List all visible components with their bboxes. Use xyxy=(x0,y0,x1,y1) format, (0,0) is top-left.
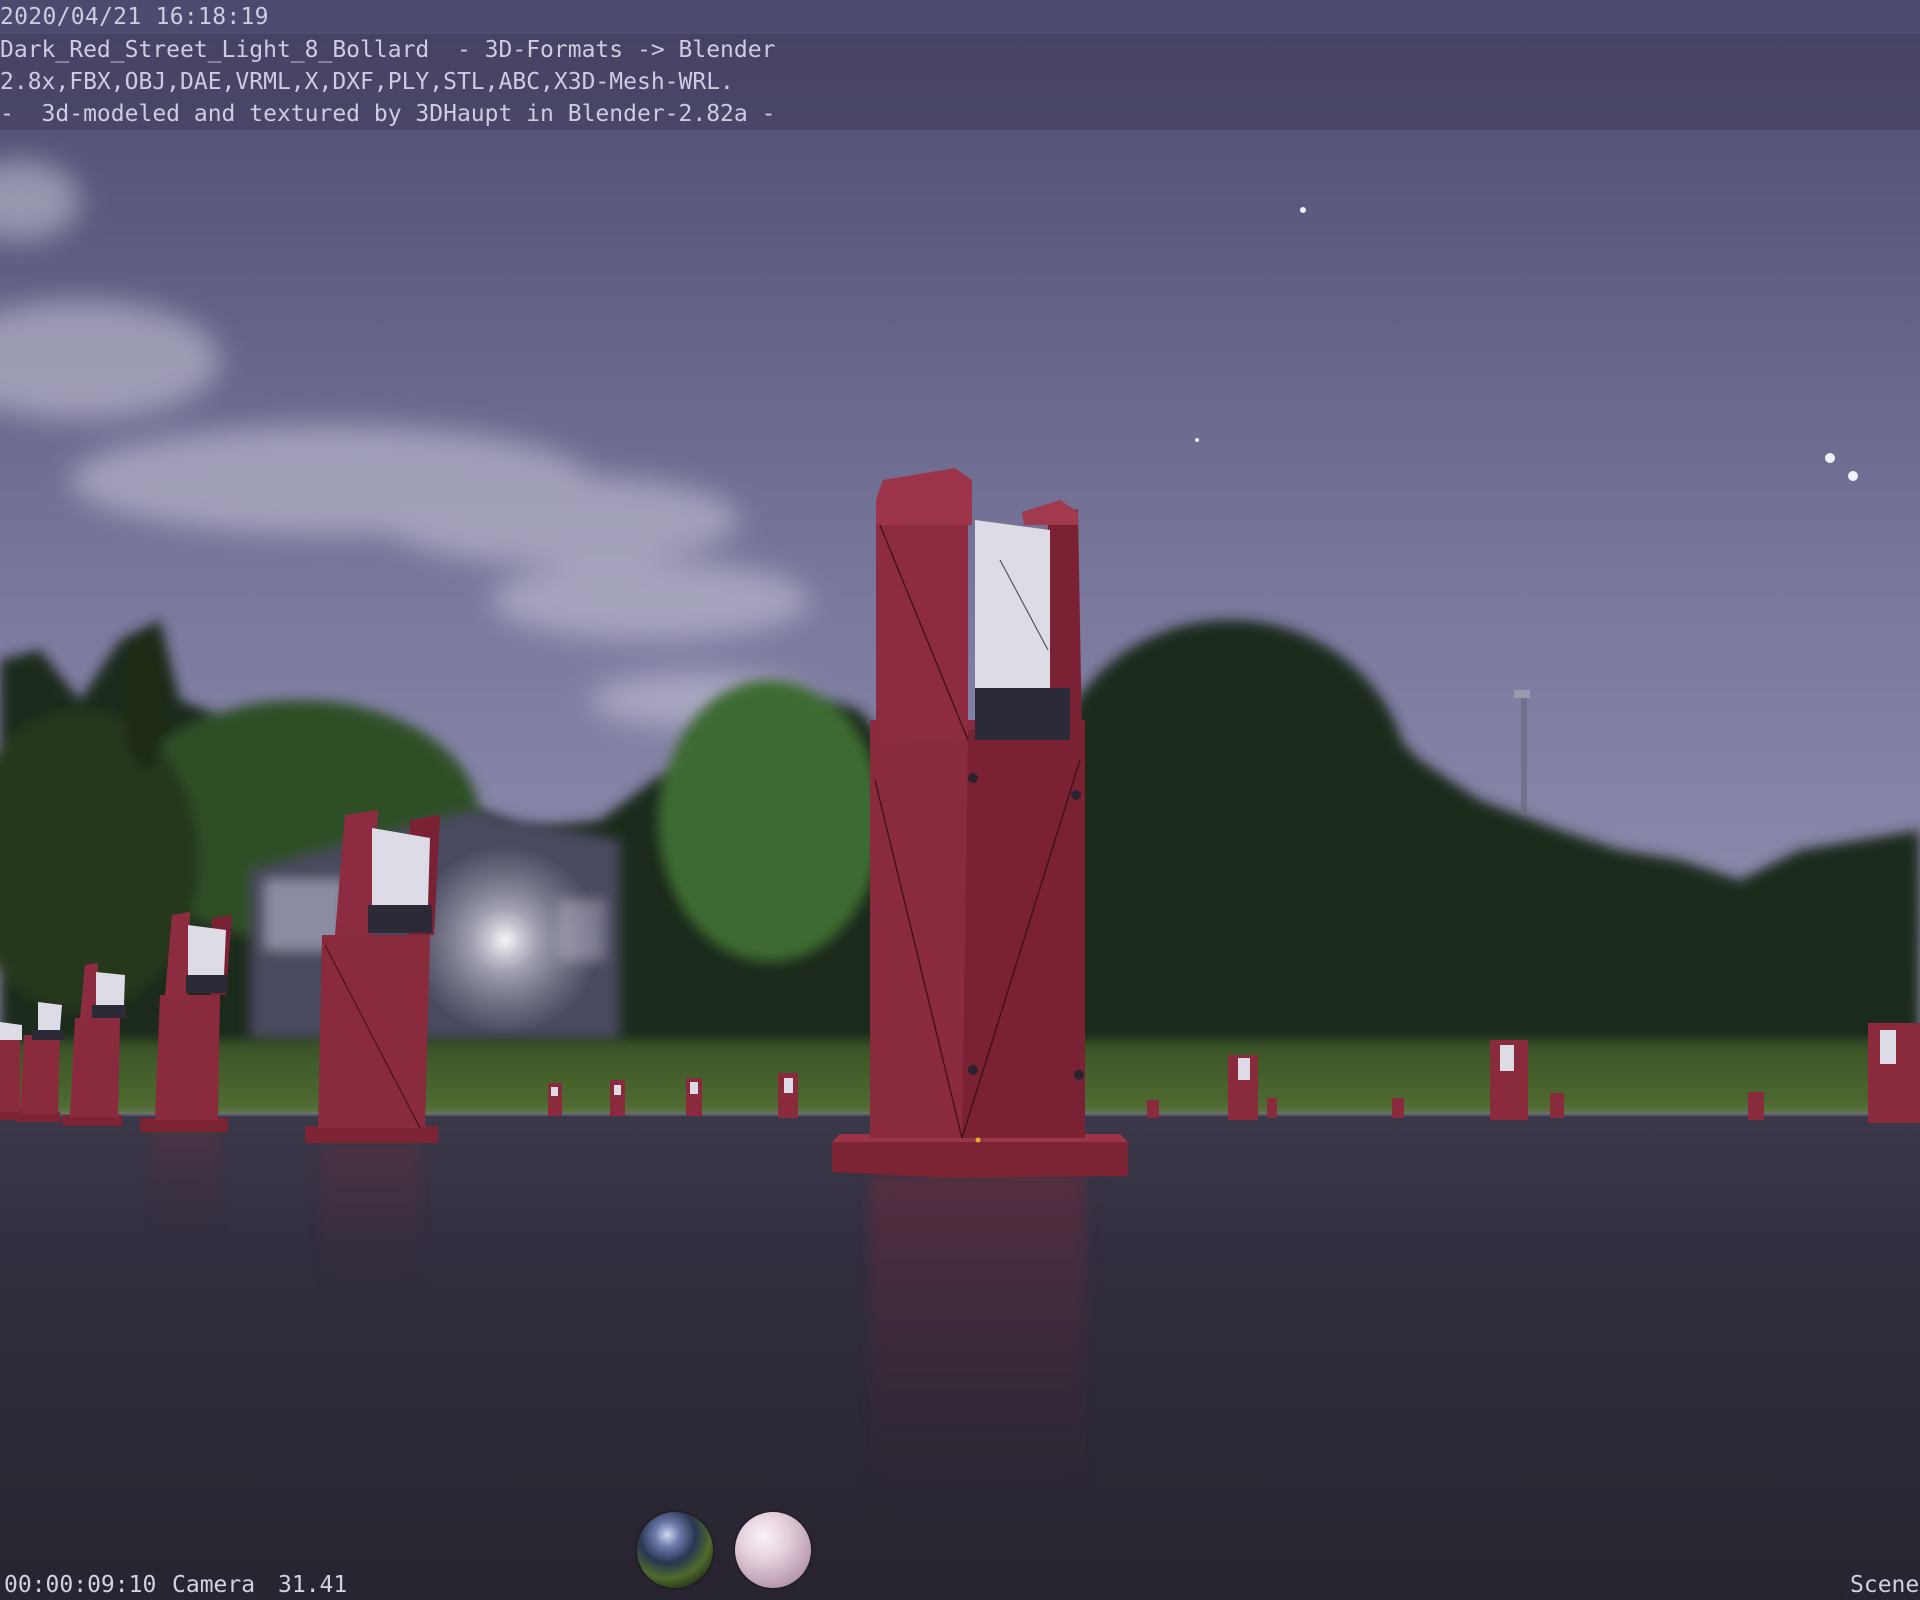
note-line-credit: - 3d-modeled and textured by 3DHaupt in … xyxy=(0,101,776,127)
scene-render xyxy=(0,0,1920,1600)
lens-value: 31.41 xyxy=(274,1570,352,1600)
note-line-title: Dark_Red_Street_Light_8_Bollard - 3D-For… xyxy=(0,37,776,63)
note-line-formats: 2.8x,FBX,OBJ,DAE,VRML,X,DXF,PLY,STL,ABC,… xyxy=(0,69,734,95)
scene-name: Scene xyxy=(1846,1570,1920,1600)
bollard-left-5 xyxy=(0,1022,22,1120)
render-note-overlay: Dark_Red_Street_Light_8_Bollard - 3D-For… xyxy=(0,34,1920,130)
render-footer: 00:00:09:10 Camera 31.41 Scene xyxy=(0,1566,1920,1600)
render-viewport[interactable]: 2020/04/21 16:18:19 Dark_Red_Street_Ligh… xyxy=(0,0,1920,1600)
render-timestamp: 2020/04/21 16:18:19 xyxy=(0,4,269,30)
camera-name: Camera xyxy=(168,1570,260,1600)
frame-timecode: 00:00:09:10 xyxy=(0,1570,161,1600)
